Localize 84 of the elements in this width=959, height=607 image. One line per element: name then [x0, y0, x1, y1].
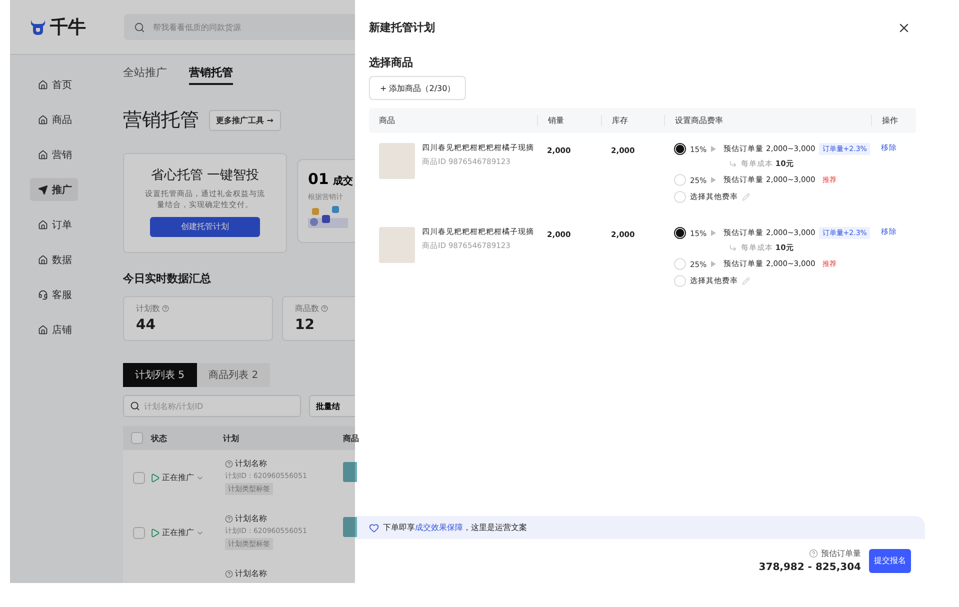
estimate-value: 378,982 - 825,304: [758, 562, 861, 573]
sidebar-item[interactable]: 营销: [30, 143, 78, 166]
help-icon: [225, 514, 233, 522]
stat-value: 12: [295, 317, 316, 333]
radio-button[interactable]: [674, 143, 686, 155]
stat-label: 计划数: [136, 303, 160, 314]
column-header: 操作: [882, 116, 898, 125]
search-icon: [134, 22, 145, 32]
notice-text: 下单即享成交效果保障，这里是运营文案: [383, 522, 527, 533]
home-icon: [38, 114, 48, 124]
help-icon: [162, 305, 169, 312]
photo-placeholder: [343, 517, 357, 537]
product-photo-placeholder: [379, 227, 415, 263]
column-header: 设置商品费率: [675, 116, 723, 125]
column-header: 状态: [151, 432, 167, 444]
headset-icon: [38, 290, 48, 300]
drawer-title: 新建托管计划: [369, 20, 435, 35]
plan-name: 计划名称: [235, 568, 267, 579]
sidebar-item[interactable]: 店铺: [30, 318, 78, 341]
plan-name: 计划名称: [235, 458, 267, 469]
product-photo-placeholder: [379, 143, 415, 179]
triangle-icon: [710, 230, 716, 236]
checkbox[interactable]: [133, 472, 145, 484]
corner-arrow-icon: [729, 160, 737, 168]
checkbox[interactable]: [133, 526, 145, 538]
status-dropdown[interactable]: 正在推广: [150, 472, 204, 483]
page-title: 营销托管: [123, 108, 199, 133]
sidebar-item[interactable]: 商品: [30, 108, 78, 131]
status-dropdown[interactable]: 正在推广: [150, 527, 204, 538]
radio-button[interactable]: [674, 227, 686, 239]
plan-name: 计划名称: [235, 513, 267, 524]
more-tools-button[interactable]: 更多推广工具 →: [209, 110, 280, 130]
bull-logo-icon: [30, 18, 46, 36]
help-icon: [321, 305, 328, 312]
batch-end-button[interactable]: 批量结: [309, 395, 355, 417]
list-tab[interactable]: 计划列表 5: [123, 363, 197, 387]
step-title: 成交: [332, 174, 353, 188]
triangle-icon: [710, 146, 716, 152]
help-icon: [809, 549, 818, 558]
sidebar-item[interactable]: 订单: [30, 213, 78, 236]
sidebar-item[interactable]: 首页: [30, 73, 78, 96]
photo-placeholder: [343, 462, 357, 482]
estimate-label: 预估订单量: [821, 548, 861, 559]
column-header: 商品: [343, 432, 359, 444]
column-header: 商品: [379, 116, 395, 125]
checkbox[interactable]: [131, 432, 143, 444]
column-header: 销量: [548, 116, 564, 125]
home-icon: [38, 80, 48, 90]
sidebar-item[interactable]: 推广: [30, 178, 78, 201]
sidebar-item[interactable]: 数据: [30, 248, 78, 271]
send-icon: [38, 184, 48, 194]
triangle-icon: [710, 177, 716, 183]
heart-icon: [369, 522, 379, 532]
create-plan-button[interactable]: 创建托管计划: [150, 216, 260, 236]
tab[interactable]: 全站推广: [123, 65, 167, 85]
add-product-button[interactable]: + 添加商品（2/30）: [369, 76, 466, 100]
column-header: 计划: [223, 432, 239, 444]
pencil-icon[interactable]: [742, 193, 750, 201]
sidebar-item[interactable]: 客服: [30, 283, 78, 306]
pencil-icon[interactable]: [742, 277, 750, 285]
promo-title: 省心托管 一键智投: [150, 167, 260, 184]
tab[interactable]: 营销托管: [189, 65, 233, 85]
home-icon: [38, 150, 48, 160]
column-header: 库存: [612, 116, 628, 125]
stat-label: 商品数: [295, 303, 319, 314]
logo-text: 千牛: [50, 16, 86, 39]
search-icon: [130, 401, 140, 411]
play-icon: [150, 528, 160, 538]
submit-button[interactable]: 提交报名: [869, 548, 911, 572]
list-tab[interactable]: 商品列表 2: [196, 363, 270, 387]
play-icon: [150, 472, 160, 482]
home-icon: [38, 254, 48, 264]
help-icon: [225, 460, 233, 468]
step-number: 01: [308, 170, 329, 188]
corner-arrow-icon: [729, 244, 737, 252]
section-title: 选择商品: [369, 55, 414, 70]
stat-value: 44: [136, 317, 156, 333]
help-icon: [225, 570, 233, 578]
home-icon: [38, 220, 48, 230]
section-title: 今日实时数据汇总: [123, 271, 212, 286]
triangle-icon: [710, 261, 716, 267]
home-icon: [38, 324, 48, 334]
badges-drawing: [308, 206, 348, 228]
guarantee-link[interactable]: 成交效果保障: [415, 523, 463, 532]
